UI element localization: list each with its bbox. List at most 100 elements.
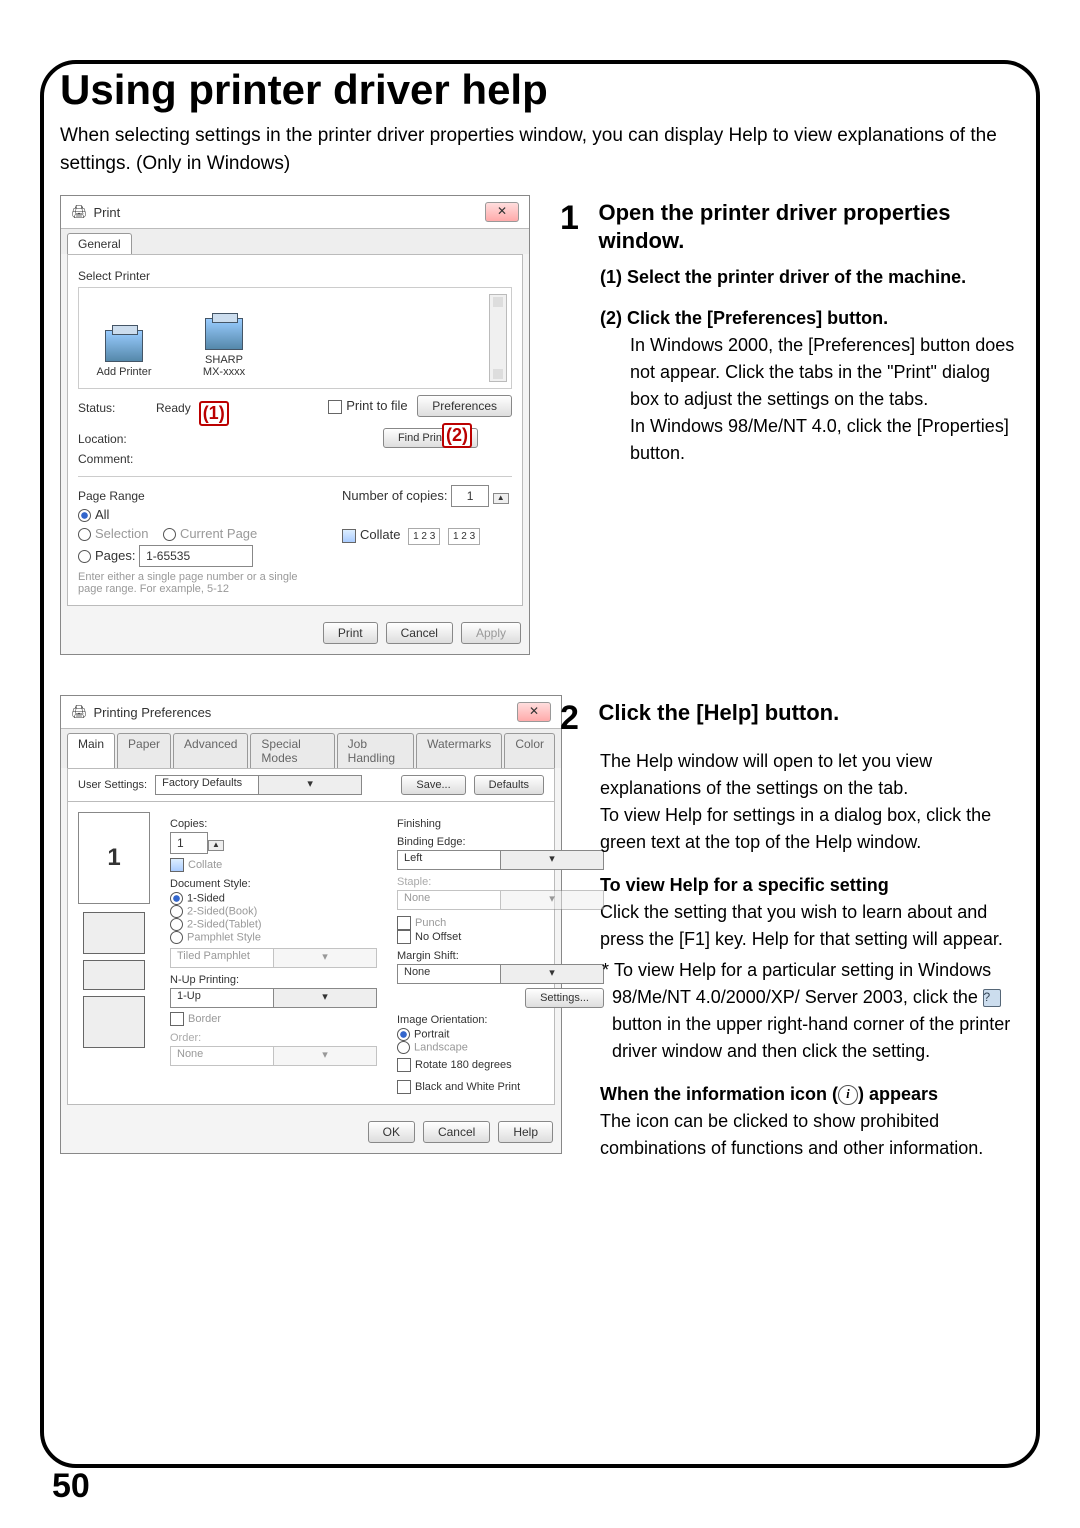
close-icon[interactable]: ✕ bbox=[485, 202, 519, 222]
substep-number: (1) bbox=[600, 267, 622, 287]
step-text: The icon can be clicked to show prohibit… bbox=[600, 1111, 983, 1158]
ds-label: 2-Sided(Book) bbox=[187, 906, 257, 918]
printer-item[interactable]: SHARP MX-xxxx bbox=[189, 318, 259, 378]
tray-preview-icon bbox=[83, 960, 145, 990]
radio-2sided-tablet[interactable] bbox=[170, 918, 183, 931]
radio-2sided-book[interactable] bbox=[170, 905, 183, 918]
page-number: 50 bbox=[52, 1467, 90, 1506]
intro-text: When selecting settings in the printer d… bbox=[60, 122, 1020, 177]
print-to-file-checkbox[interactable] bbox=[328, 400, 342, 414]
preferences-button[interactable]: Preferences bbox=[417, 395, 512, 417]
docstyle-label: Document Style: bbox=[170, 878, 377, 890]
tab-paper[interactable]: Paper bbox=[117, 733, 171, 768]
callout-2: (2) bbox=[442, 423, 472, 448]
ok-button[interactable]: OK bbox=[368, 1121, 415, 1143]
radio-portrait[interactable] bbox=[397, 1028, 410, 1041]
printer-model: MX-xxxx bbox=[203, 366, 245, 378]
collate-checkbox[interactable] bbox=[342, 529, 356, 543]
collate-label: Collate bbox=[360, 527, 400, 542]
bw-label: Black and White Print bbox=[415, 1081, 520, 1093]
staple-select: None▾ bbox=[397, 890, 604, 910]
order-label: Order: bbox=[170, 1032, 377, 1044]
step-title: Click the [Help] button. bbox=[598, 699, 1018, 727]
radio-current[interactable] bbox=[163, 528, 176, 541]
save-button[interactable]: Save... bbox=[401, 775, 465, 795]
border-label: Border bbox=[188, 1013, 221, 1025]
tab-job[interactable]: Job Handling bbox=[337, 733, 414, 768]
tab-special[interactable]: Special Modes bbox=[250, 733, 334, 768]
step-number: 2 bbox=[560, 699, 594, 738]
status-label: Status: bbox=[78, 401, 148, 426]
question-icon: ? bbox=[983, 989, 1001, 1007]
border-checkbox[interactable] bbox=[170, 1012, 184, 1026]
tray-preview-icon bbox=[83, 912, 145, 954]
page-range-label: Page Range bbox=[78, 489, 312, 503]
nup-label: N-Up Printing: bbox=[170, 974, 377, 986]
pages-input[interactable]: 1-65535 bbox=[139, 545, 253, 567]
cancel-button[interactable]: Cancel bbox=[386, 622, 453, 644]
substep-text: In Windows 98/Me/NT 4.0, click the [Prop… bbox=[630, 416, 1009, 463]
tiled-pamphlet-select: Tiled Pamphlet▾ bbox=[170, 948, 377, 968]
tab-watermarks[interactable]: Watermarks bbox=[416, 733, 502, 768]
collate-icon: 1 2 3 bbox=[448, 528, 480, 545]
select-printer-label: Select Printer bbox=[78, 269, 512, 283]
close-icon[interactable]: ✕ bbox=[517, 702, 551, 722]
subsection-title: ) appears bbox=[858, 1084, 938, 1104]
defaults-button[interactable]: Defaults bbox=[474, 775, 544, 795]
rotate-checkbox[interactable] bbox=[397, 1058, 411, 1072]
tab-advanced[interactable]: Advanced bbox=[173, 733, 248, 768]
radio-selection[interactable] bbox=[78, 528, 91, 541]
cancel-button[interactable]: Cancel bbox=[423, 1121, 490, 1143]
page-preview-icon: 1 bbox=[78, 812, 150, 904]
printer-name: SHARP bbox=[205, 354, 243, 366]
print-button[interactable]: Print bbox=[323, 622, 378, 644]
printer-preview-icon bbox=[83, 996, 145, 1048]
selection-label: Selection bbox=[95, 526, 148, 541]
page-title: Using printer driver help bbox=[60, 66, 1020, 114]
step-text: To view Help for a particular setting in… bbox=[612, 960, 991, 1007]
print-dialog: 🖨 Print ✕ General Select Printer Add Pri… bbox=[60, 195, 530, 655]
collate-checkbox[interactable] bbox=[170, 858, 184, 872]
punch-checkbox[interactable] bbox=[397, 916, 411, 930]
user-settings-label: User Settings: bbox=[78, 779, 147, 791]
landscape-label: Landscape bbox=[414, 1042, 468, 1054]
nooffset-label: No Offset bbox=[415, 931, 461, 943]
current-page-label: Current Page bbox=[180, 526, 257, 541]
printer-icon bbox=[205, 318, 243, 350]
add-printer-item[interactable]: Add Printer bbox=[89, 330, 159, 378]
nup-select[interactable]: 1-Up▾ bbox=[170, 988, 377, 1008]
printer-icon bbox=[105, 330, 143, 362]
substep-title: Click the [Preferences] button. bbox=[627, 308, 888, 328]
dialog-title: Print bbox=[94, 205, 121, 220]
radio-1sided[interactable] bbox=[170, 892, 183, 905]
radio-all[interactable] bbox=[78, 509, 91, 522]
ds-label: Pamphlet Style bbox=[187, 932, 261, 944]
step-text: Click the setting that you wish to learn… bbox=[600, 902, 1003, 949]
chevron-down-icon: ▾ bbox=[273, 989, 376, 1007]
add-printer-label: Add Printer bbox=[96, 366, 151, 378]
tab-color[interactable]: Color bbox=[504, 733, 555, 768]
radio-pamphlet[interactable] bbox=[170, 931, 183, 944]
pages-hint: Enter either a single page number or a s… bbox=[78, 571, 298, 595]
tab-general[interactable]: General bbox=[67, 233, 132, 254]
bw-checkbox[interactable] bbox=[397, 1080, 411, 1094]
tab-main[interactable]: Main bbox=[67, 733, 115, 768]
subsection-title: To view Help for a specific setting bbox=[600, 872, 1020, 899]
comment-label: Comment: bbox=[78, 452, 148, 466]
info-icon: i bbox=[838, 1085, 858, 1105]
radio-pages[interactable] bbox=[78, 550, 91, 563]
nooffset-checkbox[interactable] bbox=[397, 930, 411, 944]
substep-number: (2) bbox=[600, 308, 622, 328]
scrollbar[interactable] bbox=[489, 294, 507, 382]
apply-button[interactable]: Apply bbox=[461, 622, 521, 644]
copies-input[interactable]: 1 bbox=[451, 485, 489, 507]
radio-landscape[interactable] bbox=[397, 1041, 410, 1054]
user-settings-select[interactable]: Factory Defaults▾ bbox=[155, 775, 362, 795]
printer-icon: 🖨 bbox=[71, 204, 88, 220]
copies-input[interactable]: 1 bbox=[170, 832, 208, 854]
spin-up-icon[interactable]: ▲ bbox=[208, 840, 224, 851]
spin-up-icon[interactable]: ▲ bbox=[493, 493, 509, 504]
rotate-label: Rotate 180 degrees bbox=[415, 1059, 512, 1071]
step-text: The Help window will open to let you vie… bbox=[600, 751, 932, 798]
help-button[interactable]: Help bbox=[498, 1121, 553, 1143]
